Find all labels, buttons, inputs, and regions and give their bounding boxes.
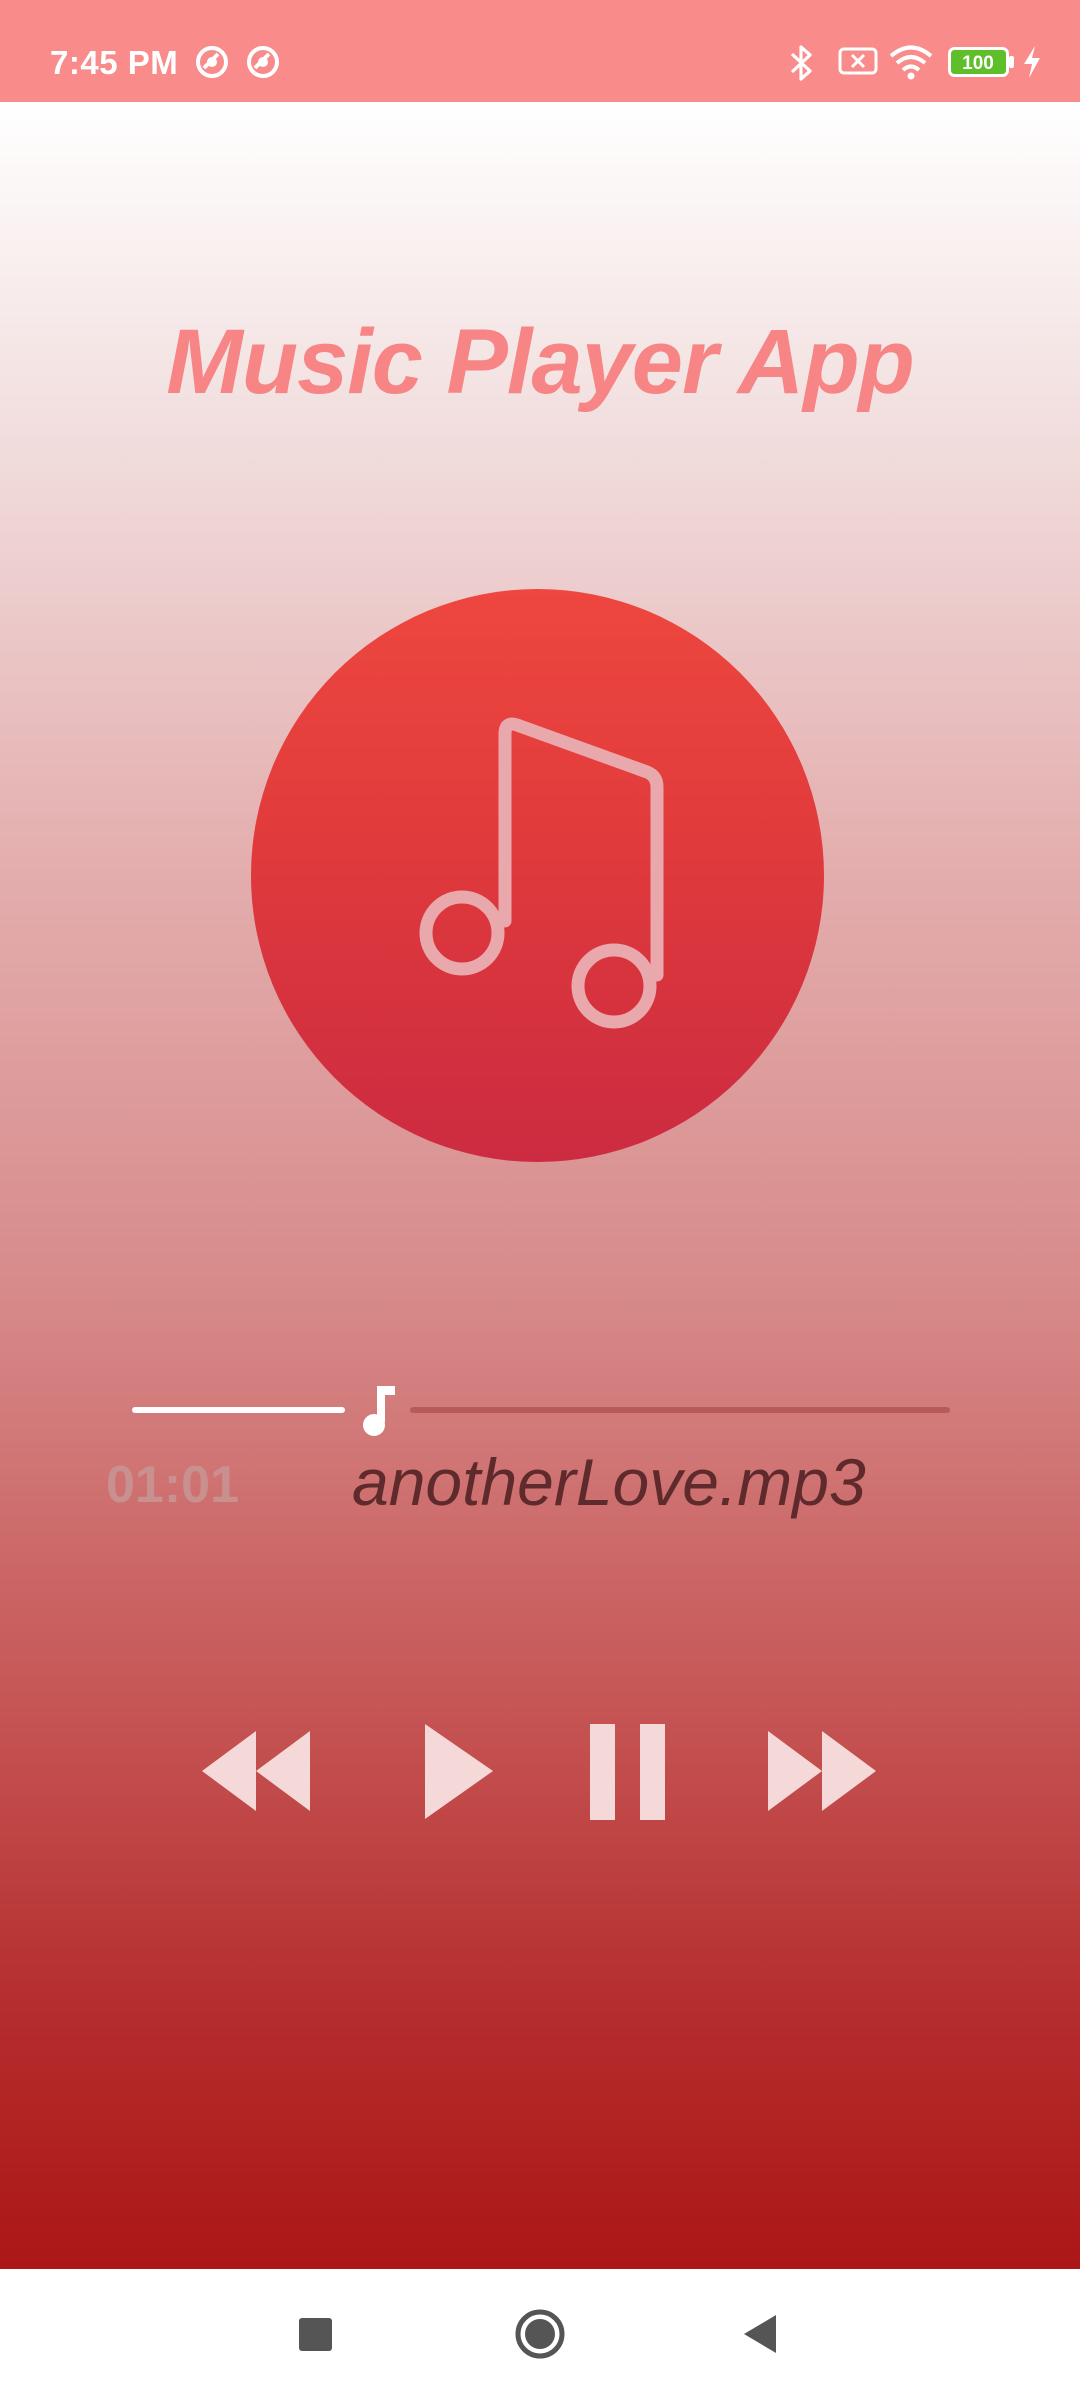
track-name: anotherLove.mp3 xyxy=(352,1445,866,1519)
rewind-button[interactable] xyxy=(200,1715,312,1830)
data-saver-icon xyxy=(194,44,230,85)
status-time: 7:45 PM xyxy=(50,44,179,81)
back-icon xyxy=(744,2315,776,2353)
pause-icon xyxy=(590,1724,665,1820)
home-icon xyxy=(515,2309,565,2359)
screen: 7:45 PM 100 Music Player App 01:01 anoth… xyxy=(0,0,1080,2400)
no-sim-icon xyxy=(838,44,878,83)
app-title: Music Player App xyxy=(166,311,915,413)
fast-forward-button[interactable] xyxy=(766,1715,878,1830)
seek-thumb[interactable] xyxy=(355,1382,405,1438)
fast-forward-icon xyxy=(768,1731,876,1811)
wifi-icon xyxy=(888,44,934,85)
seek-track-remaining xyxy=(410,1407,950,1413)
bluetooth-icon xyxy=(788,44,816,87)
seek-track-played xyxy=(132,1407,345,1413)
recents-icon xyxy=(299,2318,332,2351)
data-saver-icon xyxy=(245,44,281,85)
elapsed-time: 01:01 xyxy=(106,1456,239,1514)
nav-bar xyxy=(0,2269,1080,2400)
app-body xyxy=(0,102,1080,2269)
home-button[interactable] xyxy=(505,2299,575,2369)
battery-icon: 100 xyxy=(948,47,1016,82)
back-button[interactable] xyxy=(725,2299,795,2369)
battery-level: 100 xyxy=(962,53,994,74)
seek-bar[interactable] xyxy=(130,1370,950,1440)
pause-button[interactable] xyxy=(589,1715,667,1830)
play-button[interactable] xyxy=(423,1715,495,1830)
album-art xyxy=(251,589,824,1162)
music-note-icon xyxy=(363,1386,395,1436)
play-icon xyxy=(425,1724,493,1819)
rewind-icon xyxy=(202,1731,310,1811)
charging-icon xyxy=(1020,44,1044,85)
status-bar: 7:45 PM 100 xyxy=(0,0,1080,102)
recents-button[interactable] xyxy=(280,2299,350,2369)
music-note-icon xyxy=(419,717,664,1029)
